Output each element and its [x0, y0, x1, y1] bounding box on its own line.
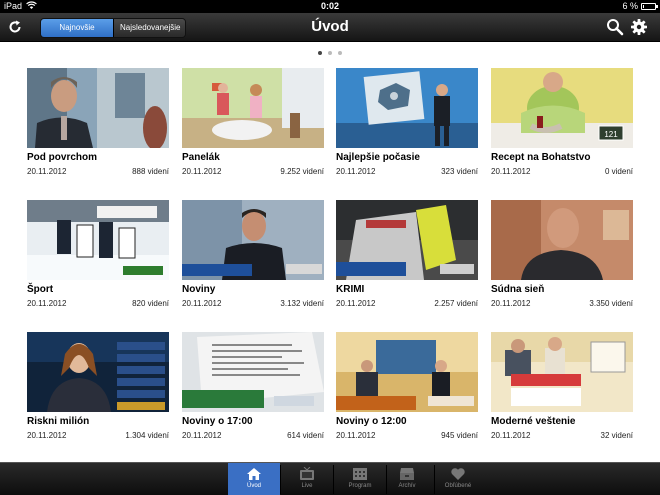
- video-card[interactable]: Riskni milión 20.11.2012 1.304 videní: [27, 332, 169, 444]
- video-date: 20.11.2012: [182, 431, 222, 440]
- video-grid: Pod povrchom 20.11.2012 888 videní Panel…: [0, 0, 660, 462]
- archive-icon: [400, 468, 414, 480]
- video-thumbnail[interactable]: 121: [491, 68, 633, 148]
- video-date: 20.11.2012: [336, 299, 376, 308]
- video-thumbnail[interactable]: [27, 200, 169, 280]
- video-card[interactable]: Panelák 20.11.2012 9.252 videní: [182, 68, 324, 180]
- video-card[interactable]: Noviny o 12:00 20.11.2012 945 videní: [336, 332, 478, 444]
- video-date: 20.11.2012: [336, 167, 376, 176]
- video-card[interactable]: KRIMI 20.11.2012 2.257 videní: [336, 200, 478, 312]
- video-views: 9.252 videní: [280, 167, 324, 176]
- video-thumbnail[interactable]: [491, 200, 633, 280]
- video-date: 20.11.2012: [491, 299, 531, 308]
- video-views: 614 videní: [287, 431, 324, 440]
- video-card[interactable]: Noviny o 17:00 20.11.2012 614 videní: [182, 332, 324, 444]
- video-title: Riskni milión: [27, 416, 90, 427]
- video-views: 945 videní: [441, 431, 478, 440]
- tab-favorites[interactable]: Obľúbené: [432, 463, 484, 495]
- video-card[interactable]: Najlepšie počasie 20.11.2012 323 videní: [336, 68, 478, 180]
- video-thumbnail[interactable]: [182, 200, 324, 280]
- video-title: Panelák: [182, 152, 220, 163]
- video-views: 323 videní: [441, 167, 478, 176]
- tab-label: Obľúbené: [444, 483, 472, 489]
- video-date: 20.11.2012: [182, 167, 222, 176]
- video-card[interactable]: Moderné veštenie 20.11.2012 32 videní: [491, 332, 633, 444]
- video-title: KRIMI: [336, 284, 365, 295]
- video-card[interactable]: Pod povrchom 20.11.2012 888 videní: [27, 68, 169, 180]
- video-views: 2.257 videní: [434, 299, 478, 308]
- video-card[interactable]: Šport 20.11.2012 820 videní: [27, 200, 169, 312]
- tab-live[interactable]: Live: [281, 463, 333, 495]
- video-thumbnail[interactable]: [27, 332, 169, 412]
- tab-archive[interactable]: Archív: [381, 463, 433, 495]
- tab-label: Live: [301, 483, 313, 489]
- video-thumbnail[interactable]: [336, 332, 478, 412]
- tab-bar: Úvod Live Program Archív Obľúbené: [0, 462, 660, 495]
- video-thumbnail[interactable]: [336, 68, 478, 148]
- video-title: Šport: [27, 284, 54, 295]
- tv-icon: [300, 467, 314, 480]
- heart-icon: [451, 468, 465, 480]
- video-title: Súdna sieň: [491, 284, 545, 295]
- video-thumbnail[interactable]: [27, 68, 169, 148]
- video-card[interactable]: 121 Recept na Bohatstvo 20.11.2012 0 vid…: [491, 68, 633, 180]
- tab-program[interactable]: Program: [334, 463, 386, 495]
- video-views: 3.350 videní: [589, 299, 633, 308]
- tab-label: Úvod: [246, 483, 261, 489]
- video-title: Noviny: [182, 284, 216, 295]
- svg-text:121: 121: [604, 130, 618, 139]
- video-title: Pod povrchom: [27, 152, 98, 163]
- video-views: 3.132 videní: [280, 299, 324, 308]
- video-views: 1.304 videní: [125, 431, 169, 440]
- video-date: 20.11.2012: [27, 167, 67, 176]
- tab-label: Program: [348, 483, 372, 489]
- tab-home[interactable]: Úvod: [228, 463, 280, 495]
- video-card[interactable]: Súdna sieň 20.11.2012 3.350 videní: [491, 200, 633, 312]
- video-card[interactable]: Noviny 20.11.2012 3.132 videní: [182, 200, 324, 312]
- video-thumbnail[interactable]: [336, 200, 478, 280]
- video-title: Moderné veštenie: [491, 416, 576, 427]
- video-title: Najlepšie počasie: [336, 152, 420, 163]
- video-views: 888 videní: [132, 167, 169, 176]
- video-views: 32 videní: [600, 431, 633, 440]
- video-thumbnail[interactable]: [182, 332, 324, 412]
- video-views: 0 videní: [604, 167, 633, 176]
- video-date: 20.11.2012: [336, 431, 376, 440]
- home-icon: [247, 468, 261, 480]
- video-date: 20.11.2012: [491, 431, 531, 440]
- video-title: Noviny o 12:00: [336, 416, 407, 427]
- video-date: 20.11.2012: [182, 299, 222, 308]
- video-views: 820 videní: [132, 299, 169, 308]
- video-thumbnail[interactable]: [491, 332, 633, 412]
- video-title: Noviny o 17:00: [182, 416, 253, 427]
- video-date: 20.11.2012: [27, 299, 67, 308]
- video-date: 20.11.2012: [27, 431, 67, 440]
- video-title: Recept na Bohatstvo: [491, 152, 591, 163]
- video-date: 20.11.2012: [491, 167, 531, 176]
- calendar-icon: [353, 468, 367, 480]
- tab-label: Archív: [398, 483, 416, 489]
- video-thumbnail[interactable]: [182, 68, 324, 148]
